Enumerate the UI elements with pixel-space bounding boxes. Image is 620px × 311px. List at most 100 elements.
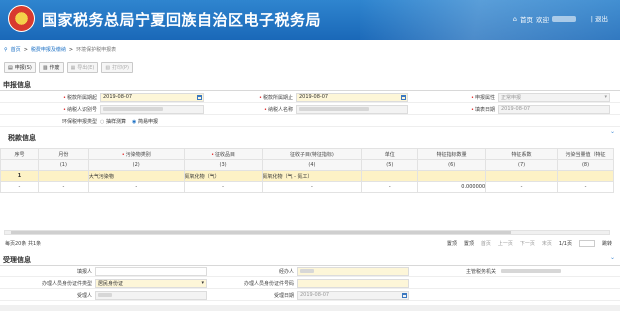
taxpayer-id-field[interactable] [100, 104, 204, 114]
section-title-declare: 申报信息 [3, 81, 31, 89]
tax-emblem-logo [8, 5, 35, 32]
radio-simple[interactable]: ◉ 简易申报 [132, 118, 158, 125]
divider [0, 90, 620, 91]
masked-value [103, 107, 163, 111]
collapse-icon[interactable]: ⌄ [610, 254, 615, 261]
breadcrumb-current: 环境保护税申报表 [76, 47, 117, 53]
dropdown-arrow-icon: ▾ [604, 94, 607, 100]
field-label: 办理人员身份证件类型 [41, 280, 92, 287]
accept-row-1: 填报人 经办人 主管税务机关 [0, 266, 620, 277]
horizontal-scrollbar[interactable] [4, 230, 610, 235]
table-row[interactable]: 1 大气污染物 氮氧化物（气） 氮氧化物（气 - 氮工） [0, 170, 615, 182]
print-button[interactable]: ▧ 打印(P) [101, 62, 134, 73]
filler-field[interactable] [95, 266, 207, 276]
fill-date-field[interactable]: 2019-08-07 [498, 104, 610, 114]
table-cell: - [261, 181, 363, 193]
taxpayer-name-field[interactable] [296, 104, 408, 114]
calendar-icon[interactable] [402, 292, 407, 298]
field-label: 环保税申报类型 [61, 118, 97, 125]
masked-value [300, 269, 314, 273]
jump-button[interactable]: 跳转 [602, 240, 612, 247]
column-header: •污染物类别 [87, 148, 185, 160]
table-cell[interactable]: 大气污染物 [87, 170, 185, 182]
field-label: 主管税务机关 [465, 268, 496, 275]
table-cell: - [0, 181, 39, 193]
printer-icon: ▧ [105, 64, 111, 71]
period-end-field[interactable]: 2019-08-07 [296, 92, 408, 102]
column-header: 单位 [361, 148, 419, 160]
declare-attr-select[interactable]: 正常申报 ▾ [498, 92, 610, 102]
column-index [0, 159, 39, 171]
page-indicator: 1/1页 [558, 241, 572, 247]
table-cell: - [87, 181, 185, 193]
table-cell[interactable]: 氮氧化物（气） [183, 170, 263, 182]
logout-button[interactable]: | 退出 [591, 13, 608, 23]
id-number-field[interactable] [297, 278, 409, 288]
table-subheader-row: (1) (2) (3) (4) (5) (6) (7) (8) [0, 159, 615, 171]
breadcrumb-section[interactable]: 税费申报及缴纳 [31, 46, 66, 53]
handler-field[interactable] [297, 266, 409, 276]
table-cell[interactable] [361, 170, 419, 182]
id-type-select[interactable]: 居民身份证 ▾ [95, 278, 207, 288]
column-header: 特征系数 [485, 148, 558, 160]
column-index: (2) [87, 159, 185, 171]
column-index: (6) [417, 159, 487, 171]
table-cell: 0.000000 [417, 181, 487, 193]
field-label: •税款所属期止 [259, 94, 293, 101]
declare-button[interactable]: ▤ 申报(S) [4, 62, 36, 73]
column-header: 污染当量值（特征 [556, 148, 615, 160]
void-button[interactable]: ▥ 作废 [38, 62, 64, 73]
first-page-button[interactable]: 首页 [481, 240, 491, 247]
site-title: 国家税务总局宁夏回族自治区电子税务局 [42, 11, 322, 29]
location-pin-icon: ⚲ [4, 46, 8, 53]
table-cell[interactable] [417, 170, 487, 182]
column-index: (3) [183, 159, 263, 171]
field-label: •纳税人识别号 [63, 106, 97, 113]
table-row: - - - - - - 0.000000 - - [0, 181, 615, 193]
welcome-text: 欢迎 [536, 16, 549, 24]
dropdown-arrow-icon: ▾ [201, 280, 204, 286]
acceptor-field[interactable] [95, 290, 207, 300]
table-cell[interactable] [37, 170, 89, 182]
page-jump-input[interactable] [578, 240, 595, 247]
pager: 每页20条 共1条 置顶 置顶 首页 上一页 下一页 末页 1/1页 跳转 [0, 238, 620, 248]
prev-page-button[interactable]: 上一页 [498, 240, 513, 247]
field-label: 办理人员身份证件号码 [243, 280, 294, 287]
calendar-icon[interactable] [197, 94, 202, 100]
tax-table: 序号 月份 •污染物类别 •征收品目 征收子目(特征指标) 单位 特征指标数量 … [0, 148, 615, 193]
column-index: (4) [261, 159, 363, 171]
period-start-field[interactable]: 2019-08-07 [100, 92, 204, 102]
home-link[interactable]: 首页 [520, 14, 533, 24]
toolbar: ▤ 申报(S) ▥ 作废 ▦ 导出(E) ▧ 打印(P) [4, 62, 134, 73]
accept-date-field[interactable]: 2019-08-07 [297, 290, 409, 300]
export-button[interactable]: ▦ 导出(E) [66, 62, 99, 73]
home-icon[interactable]: ⌂ [513, 15, 517, 23]
export-icon: ▦ [70, 64, 76, 71]
calendar-icon[interactable] [401, 94, 406, 100]
table-cell[interactable]: 氮氧化物（气 - 氮工） [261, 170, 363, 182]
table-cell: - [183, 181, 263, 193]
page-horizontal-scrollbar[interactable] [0, 305, 620, 311]
user-info: ⌂ 首页 欢迎 [513, 14, 576, 24]
page-size-info[interactable]: 每页20条 共1条 [5, 240, 41, 247]
scrollbar-thumb[interactable] [11, 231, 511, 234]
top-button[interactable]: 置顶 [447, 240, 457, 247]
table-header-row: 序号 月份 •污染物类别 •征收品目 征收子目(特征指标) 单位 特征指标数量 … [0, 148, 615, 160]
field-label: •纳税人名称 [264, 106, 293, 113]
bottom-button[interactable]: 置顶 [464, 240, 474, 247]
table-cell[interactable] [485, 170, 558, 182]
last-page-button[interactable]: 末页 [542, 240, 552, 247]
table-cell[interactable] [556, 170, 615, 182]
next-page-button[interactable]: 下一页 [520, 240, 535, 247]
trash-icon: ▥ [42, 64, 48, 71]
pager-controls: 置顶 置顶 首页 上一页 下一页 末页 1/1页 跳转 [447, 240, 612, 247]
great-wall-banner [360, 0, 620, 40]
declare-row-1: •税款所属期起 2019-08-07 •税款所属期止 2019-08-07 •申… [0, 92, 620, 103]
column-index: (1) [37, 159, 89, 171]
breadcrumb-home[interactable]: 首页 [11, 46, 21, 53]
user-name-blurred [552, 16, 576, 22]
column-header: •征收品目 [183, 148, 263, 160]
radio-sampling[interactable]: ○ 抽样测算 [100, 118, 126, 125]
collapse-icon[interactable]: ⌄ [610, 128, 615, 135]
column-header: 月份 [37, 148, 89, 160]
